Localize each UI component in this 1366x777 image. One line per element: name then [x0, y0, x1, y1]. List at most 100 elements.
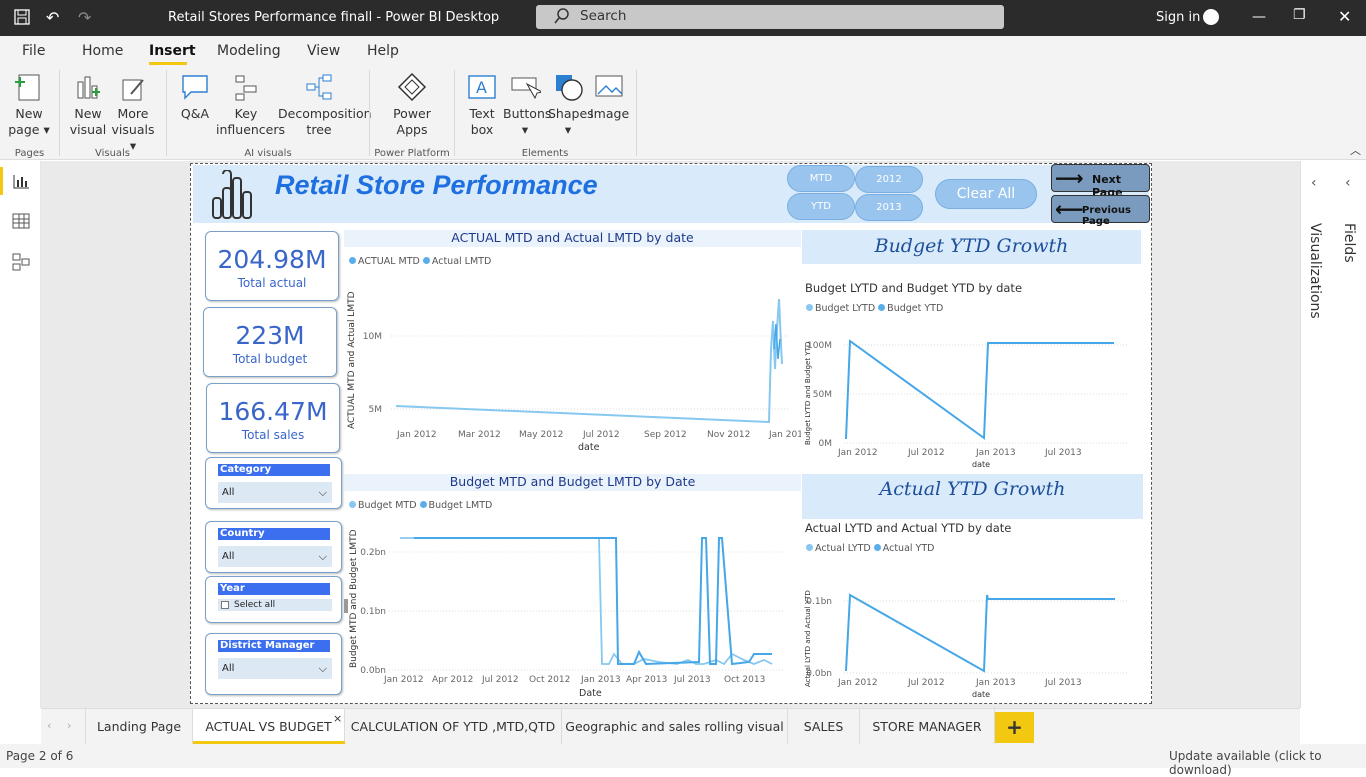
chart1-plot[interactable]: 10M 5M ACTUAL MTD and Actual LMTD Jan 20… — [344, 269, 801, 454]
search-box[interactable]: Search — [536, 5, 1004, 29]
visualizations-pane-label[interactable]: Visualizations — [1307, 223, 1323, 319]
dropdown-value: All — [222, 551, 235, 562]
collapse-ribbon-icon[interactable]: ︿ — [1350, 142, 1361, 158]
chart3-legend: Budget MTD Budget LMTD — [349, 500, 492, 511]
qa-button[interactable]: Q&A — [177, 72, 213, 122]
chart4-plot[interactable]: 0.1bn 0.0bn Actual LYTD and Actual YTD J… — [802, 559, 1142, 701]
image-label: Image — [590, 106, 630, 121]
undo-icon[interactable]: ↶ — [46, 8, 59, 27]
text-box-button[interactable]: A Text box — [464, 72, 500, 138]
more-visuals-button[interactable]: More visuals ▾ — [110, 72, 156, 154]
close-icon[interactable]: ✕ — [1338, 7, 1351, 26]
power-apps-button[interactable]: Power Apps — [390, 72, 434, 138]
kpi-total-budget[interactable]: 223M Total budget — [203, 307, 337, 377]
x-tick: Jul 2012 — [582, 430, 620, 440]
x-axis-label: date — [578, 442, 600, 453]
menu-bar: File Home Insert Modeling View Help — [0, 36, 1366, 66]
chart3-plot[interactable]: 0.2bn 0.1bn 0.0bn Budget MTD and Budget … — [344, 514, 801, 701]
sign-in-link[interactable]: Sign in — [1156, 10, 1200, 25]
tab-actual-vs-budget[interactable]: ACTUAL VS BUDGET × — [193, 709, 345, 744]
menu-view[interactable]: View — [307, 43, 340, 59]
power-apps-label: Power — [393, 106, 431, 121]
ytd-button[interactable]: YTD — [787, 193, 855, 220]
checkbox[interactable] — [221, 601, 229, 609]
year-2012-button[interactable]: 2012 — [855, 166, 923, 193]
y-tick: 0M — [819, 439, 833, 449]
series-line — [845, 593, 1115, 673]
chart2-plot[interactable]: 100M 50M 0M Budget LYTD and Budget YTD J… — [802, 319, 1142, 471]
category-slicer[interactable]: Category All ⌵ — [205, 457, 342, 509]
save-icon[interactable] — [14, 9, 30, 29]
buttons-button[interactable]: Buttons ▾ — [503, 72, 551, 138]
fields-pane-label[interactable]: Fields — [1341, 223, 1357, 263]
menu-file[interactable]: File — [22, 43, 45, 59]
chart1-title: ACTUAL MTD and Actual LMTD by date — [451, 230, 694, 245]
image-button[interactable]: Image — [590, 72, 630, 122]
kpi-total-sales[interactable]: 166.47M Total sales — [206, 383, 340, 453]
mtd-button[interactable]: MTD — [787, 165, 855, 192]
country-slicer[interactable]: Country All ⌵ — [205, 521, 342, 573]
budget-ytd-growth-title: Budget YTD Growth — [802, 230, 1141, 264]
tab-label: ACTUAL VS BUDGET — [205, 719, 332, 734]
menu-modeling[interactable]: Modeling — [217, 43, 281, 59]
prev-tab-icon[interactable]: ‹ — [47, 719, 51, 732]
expand-visualizations-icon[interactable]: ‹ — [1311, 175, 1317, 191]
legend-item: Budget LMTD — [428, 500, 493, 511]
next-page-button[interactable]: ⟶ Next Page — [1051, 164, 1150, 199]
district-manager-slicer[interactable]: District Manager All ⌵ — [205, 633, 342, 695]
minimize-icon[interactable]: — — [1252, 9, 1266, 25]
year-select-all-option[interactable]: Select all — [218, 599, 332, 611]
shapes-button[interactable]: Shapes ▾ — [548, 72, 594, 138]
group-platform-label: Power Platform — [374, 148, 450, 159]
key-influencers-button[interactable]: Key influencers — [216, 72, 285, 138]
tab-landing-page[interactable]: Landing Page — [85, 709, 193, 744]
new-page-button[interactable]: New page ▾ — [8, 72, 50, 138]
kpi-total-actual[interactable]: 204.98M Total actual — [205, 231, 339, 301]
group-pages-label: Pages — [14, 148, 45, 159]
tab-store-manager[interactable]: STORE MANAGER — [860, 709, 995, 744]
add-page-button[interactable]: + — [995, 712, 1034, 743]
x-tick: Jan 2012 — [383, 675, 424, 685]
category-dropdown[interactable]: All ⌵ — [218, 482, 332, 503]
next-tab-icon[interactable]: › — [67, 719, 71, 732]
legend-item: Budget YTD — [887, 303, 944, 314]
menu-insert[interactable]: Insert — [149, 43, 196, 59]
previous-page-button[interactable]: ⟵ Previous Page — [1051, 195, 1150, 227]
x-tick: Jan 2013 — [768, 430, 801, 440]
district-manager-dropdown[interactable]: All ⌵ — [218, 658, 332, 679]
image-icon — [595, 75, 623, 97]
chart4-legend: Actual LYTD Actual YTD — [806, 543, 934, 554]
menu-help[interactable]: Help — [367, 43, 399, 59]
close-tab-icon[interactable]: × — [333, 701, 342, 737]
y-tick: 5M — [369, 405, 383, 415]
redo-icon[interactable]: ↷ — [78, 8, 91, 27]
decomposition-tree-button[interactable]: Decomposition tree — [278, 72, 372, 138]
tab-calculation-ytd[interactable]: CALCULATION OF YTD ,MTD,QTD — [345, 709, 562, 744]
new-visual-label: New — [74, 106, 102, 121]
y-tick: 50M — [813, 390, 832, 400]
slicer-title: District Manager — [218, 640, 330, 652]
page-tabs: ‹ › Landing Page ACTUAL VS BUDGET × CALC… — [41, 708, 1300, 744]
expand-fields-icon[interactable]: ‹ — [1345, 175, 1351, 191]
year-2013-button[interactable]: 2013 — [855, 194, 923, 221]
kpi-label: Total sales — [241, 428, 305, 442]
data-view-icon[interactable] — [12, 213, 30, 233]
restore-icon[interactable]: ❐ — [1293, 7, 1306, 23]
model-view-icon[interactable] — [12, 253, 30, 275]
kpi-value: 223M — [235, 321, 305, 350]
avatar-icon[interactable] — [1203, 9, 1219, 25]
x-tick: Oct 2012 — [529, 675, 570, 685]
year-slicer[interactable]: Year Select all — [205, 576, 348, 623]
x-axis-label: Date — [579, 688, 602, 699]
report-view-icon[interactable] — [12, 173, 30, 193]
dropdown-value: All — [222, 487, 235, 498]
new-visual-button[interactable]: New visual — [68, 72, 108, 138]
tab-sales[interactable]: SALES — [788, 709, 860, 744]
clear-all-button[interactable]: Clear All — [935, 179, 1037, 209]
x-tick: Apr 2013 — [626, 675, 667, 685]
update-link[interactable]: Update available (click to download) — [1169, 749, 1366, 777]
y-axis-label: ACTUAL MTD and Actual LMTD — [347, 291, 357, 429]
menu-home[interactable]: Home — [82, 43, 123, 59]
country-dropdown[interactable]: All ⌵ — [218, 546, 332, 567]
tab-geographic[interactable]: Geographic and sales rolling visual — [562, 709, 788, 744]
